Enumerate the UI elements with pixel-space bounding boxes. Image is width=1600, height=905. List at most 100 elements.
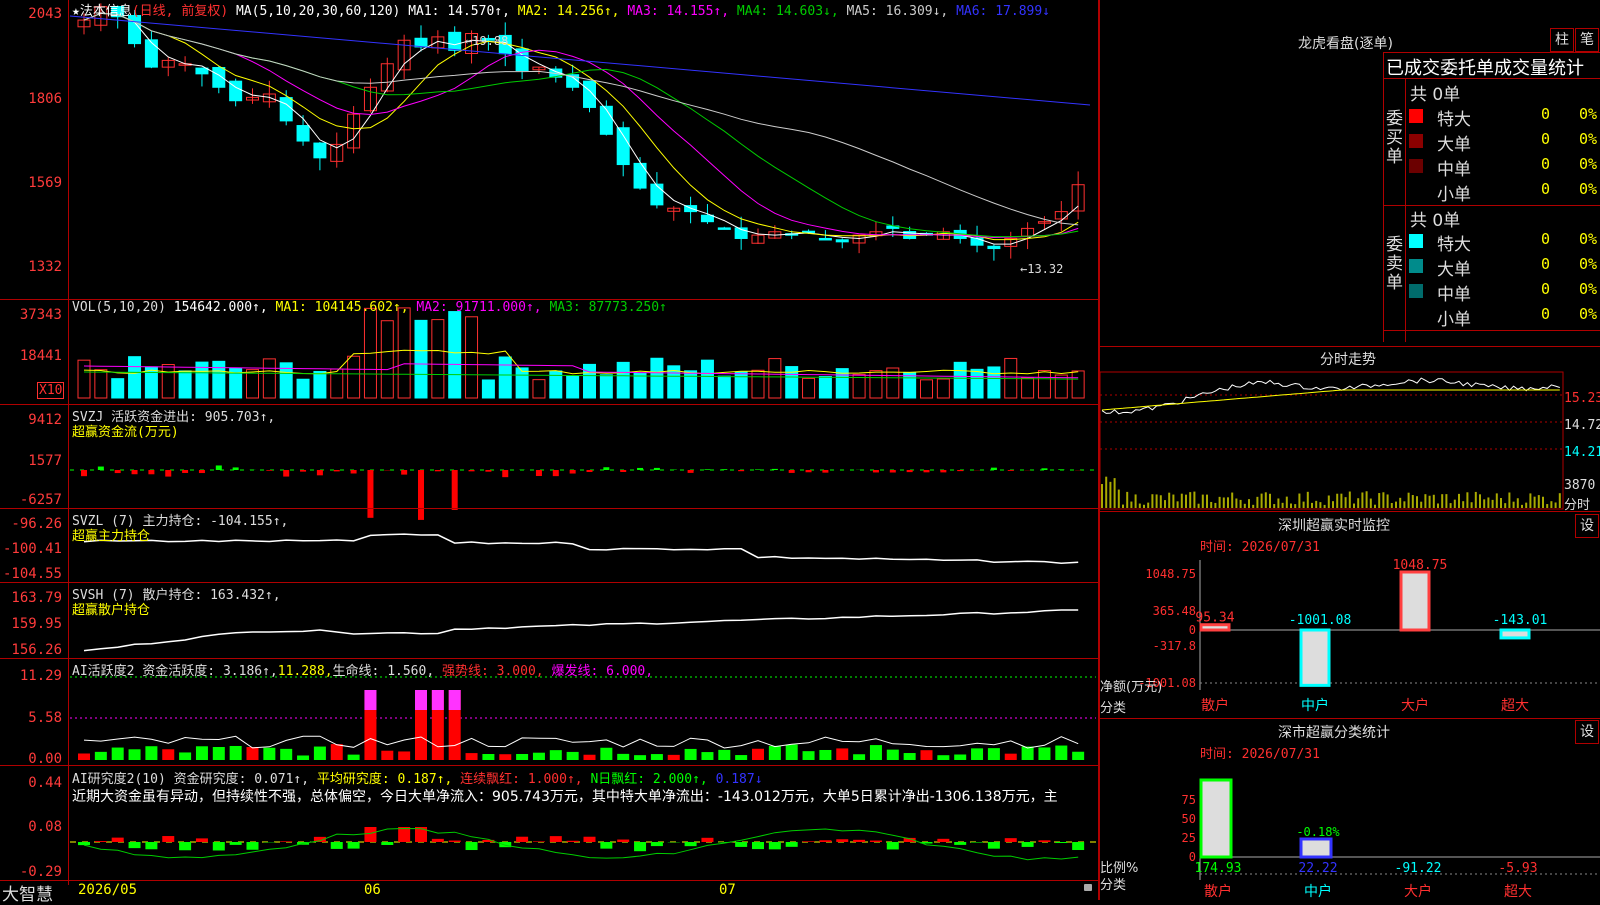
research-bar — [735, 842, 747, 847]
volume-bar — [112, 379, 124, 398]
monitor-category: 超大 — [1501, 698, 1529, 714]
volume-bar — [398, 308, 410, 398]
volume-bar — [567, 376, 579, 398]
ai2-tick: -0.29 — [20, 864, 62, 880]
volume-bar — [685, 371, 697, 398]
volume-bar — [129, 357, 141, 398]
cls-settings-button[interactable]: 设 — [1575, 720, 1599, 744]
ma3-value: MA3: 14.155↑, — [627, 4, 729, 19]
buy-row: 大单00% — [1409, 130, 1600, 152]
fs-price-line — [1102, 378, 1560, 414]
volume-bar — [263, 359, 275, 398]
monitor-category: 大户 — [1401, 697, 1429, 714]
activity-bar — [398, 751, 410, 760]
flow-bar — [755, 469, 761, 470]
ai1-active: AI活跃度2 资金活跃度: 3.186↑, — [72, 664, 278, 679]
activity-bar — [179, 752, 191, 760]
monitor-settings-button[interactable]: 设 — [1575, 514, 1599, 538]
volume-bar — [921, 380, 933, 398]
research-bar — [567, 841, 579, 842]
flow-bar — [721, 469, 727, 470]
ai1-tick: 0.00 — [28, 751, 62, 767]
flow-bar — [603, 467, 609, 470]
ob-row-name: 大单 — [1437, 130, 1471, 155]
research-bar — [937, 839, 949, 842]
volume-bar — [870, 371, 882, 398]
activity-bar — [196, 746, 208, 760]
volume-bar — [432, 320, 444, 398]
fs-tick: 15.23 — [1564, 391, 1600, 406]
volume-bar — [95, 370, 107, 398]
flow-bar — [401, 470, 407, 475]
ai2-tick: 0.08 — [28, 819, 62, 835]
research-bar — [247, 842, 259, 850]
volume-bar — [179, 371, 191, 398]
cls-bar — [1201, 780, 1231, 857]
activity-bar — [1005, 754, 1017, 760]
fs-tick: 14.21 — [1564, 445, 1600, 460]
buy-row: 特大00% — [1409, 105, 1600, 127]
activity-bar — [584, 755, 596, 760]
activity-bar — [567, 752, 579, 760]
flow-bar — [418, 470, 424, 520]
ma-line — [84, 13, 1078, 239]
candle — [971, 238, 983, 245]
activity-bar — [904, 753, 916, 760]
cls-border — [1100, 718, 1600, 719]
activity-bar — [836, 748, 848, 760]
research-bar — [1005, 838, 1017, 842]
research-bar — [533, 841, 545, 842]
research-bar — [617, 840, 629, 842]
ob-row-volume: 0 — [1541, 155, 1550, 173]
research-bar — [651, 842, 663, 846]
activity-bar — [95, 752, 107, 760]
flow-bar — [132, 470, 138, 474]
research-bar — [1055, 842, 1067, 843]
flow-bar — [469, 470, 475, 471]
activity-bar — [263, 748, 275, 760]
flow-bar — [283, 470, 289, 477]
flow-bar — [536, 470, 542, 476]
cls-bar-label: -91.22 — [1395, 861, 1442, 876]
cls-tick: 50 — [1182, 812, 1196, 826]
tick-view-button[interactable]: 笔 — [1575, 28, 1599, 52]
activity-bar — [887, 750, 899, 760]
flow-bar — [502, 470, 508, 477]
activity-bar — [381, 751, 393, 760]
ma-line — [84, 13, 1078, 244]
monitor-bar — [1301, 630, 1329, 685]
flow-bar — [654, 468, 660, 470]
volume-bar — [701, 360, 713, 398]
kline-header: ★法本信息(日线, 前复权) MA(5,10,20,30,60,120) MA1… — [72, 0, 1050, 19]
research-bar — [752, 842, 764, 849]
pane-divider — [0, 508, 1099, 509]
flow-bar — [907, 470, 913, 472]
activity-bar — [600, 748, 612, 760]
flow-bar — [991, 468, 997, 470]
bar-view-button[interactable]: 柱 — [1550, 28, 1574, 52]
research-bar — [634, 842, 646, 851]
monitor-tick: -317.8 — [1153, 639, 1196, 653]
ob-row-volume: 0 — [1541, 305, 1550, 323]
flow-bar — [182, 470, 188, 473]
vol-ma2: MA2: 91711.000↑, — [416, 300, 541, 315]
research-bar — [836, 839, 848, 842]
flow-bar — [1041, 468, 1047, 470]
research-bar — [398, 827, 410, 842]
ob-border — [1383, 52, 1384, 342]
lock-icon[interactable] — [1084, 884, 1092, 891]
brand-label: 大智慧 — [2, 880, 53, 905]
svzj-tick: 9412 — [28, 412, 62, 428]
activity-bar — [870, 745, 882, 760]
star-icon[interactable]: ★ — [72, 4, 80, 19]
ob-row-name: 中单 — [1437, 155, 1471, 180]
activity-bar — [533, 753, 545, 760]
research-bar — [95, 841, 107, 842]
ob-border — [1383, 78, 1600, 79]
svzj-tick: 1577 — [28, 453, 62, 469]
color-swatch — [1409, 109, 1423, 123]
period-label[interactable]: (日线, 前复权) — [132, 4, 228, 19]
ob-title: 已成交委托单成交量统计 — [1386, 54, 1584, 80]
candle — [836, 240, 848, 242]
buy-side-label: 委买单 — [1386, 110, 1402, 167]
